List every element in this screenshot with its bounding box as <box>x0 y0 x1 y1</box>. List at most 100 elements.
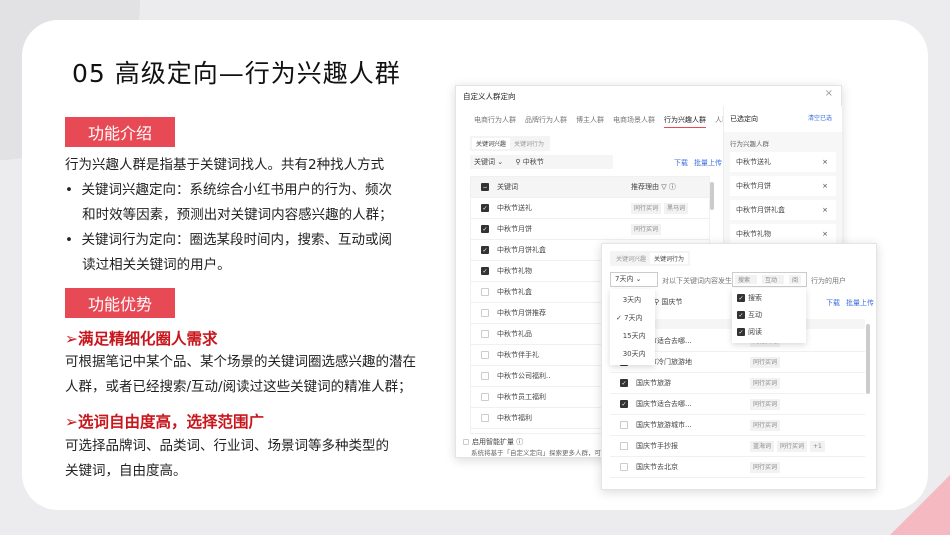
keyword: 国庆节手抄报 <box>636 442 678 450</box>
slide-title: 05 高级定向—行为兴趣人群 <box>72 59 401 88</box>
row-checkbox[interactable]: ✓ <box>620 379 628 387</box>
row-checkbox[interactable] <box>481 288 489 296</box>
keyword: 中秋节礼物 <box>497 267 532 275</box>
header-reason[interactable]: 推荐理由 ▽ ⓘ <box>631 177 676 198</box>
advantage-2-text: 可选择品牌词、品类词、行业词、场景词等多种类型的 关键词，自由度高。 <box>65 434 389 484</box>
reason-chip: 同行买词 <box>750 357 781 368</box>
tab-0[interactable]: 电商行为人群 <box>474 115 516 128</box>
keyword: 中秋节员工福利 <box>497 393 546 401</box>
clear-selected-link[interactable]: 清空已选 <box>808 106 832 132</box>
action-tag[interactable]: 互动 × <box>761 275 784 295</box>
table-row[interactable]: ✓ 国庆节旅游 同行买词 <box>610 373 865 394</box>
keyword: 中秋节礼盒 <box>497 288 532 296</box>
tab-keyword-behavior[interactable]: 关键词行为 <box>650 253 689 264</box>
row-checkbox[interactable] <box>620 463 628 471</box>
table-row[interactable]: 国庆节旅游城市... 同行买词 <box>610 415 865 436</box>
row-checkbox[interactable]: ✓ <box>620 400 628 408</box>
tab-3[interactable]: 电商场景人群 <box>613 115 655 128</box>
smart-expand: 启用智能扩量 ⓘ 系统将基于「自定义定向」探索更多人群，可提 <box>463 437 608 457</box>
smart-expand-checkbox[interactable] <box>463 439 469 445</box>
advantage-1-text: 可根据笔记中某个品、某个场景的关键词圈选感兴趣的潜在 人群，或者已经搜索/互动/阅… <box>65 350 416 400</box>
reason-chip: 同行买词 <box>777 441 808 452</box>
dialog-title: 自定义人群定向 <box>463 92 516 101</box>
row-checkbox[interactable] <box>481 393 489 401</box>
reason-chip: 同行买词 <box>750 462 781 473</box>
download-link[interactable]: 下载 <box>826 298 840 308</box>
close-icon[interactable]: × <box>825 88 833 99</box>
reason-chip: 同行买词 <box>631 224 662 235</box>
action-option[interactable]: ✓ 搜索 <box>732 290 806 307</box>
keyword: 中秋节礼品 <box>497 330 532 338</box>
keyword: 国庆节旅游 <box>636 379 671 387</box>
selected-item: 中秋节月饼礼盒 × <box>730 200 836 220</box>
batch-upload-link[interactable]: 批量上传 <box>694 158 722 168</box>
table-row[interactable]: 国庆节手抄报 蓝海词 同行买词 +1 <box>610 436 865 457</box>
row-checkbox[interactable]: ✓ <box>481 204 489 212</box>
reason-chip: 同行买词 <box>631 203 662 214</box>
remove-icon[interactable]: × <box>822 176 828 196</box>
reason-chip: 黑马词 <box>664 203 689 214</box>
remove-icon[interactable]: × <box>822 200 828 220</box>
row-checkbox[interactable] <box>481 351 489 359</box>
suffix-label: 行为的用户 <box>811 277 846 285</box>
keyword: 中秋节福利 <box>497 414 532 422</box>
remove-icon[interactable]: × <box>822 152 828 172</box>
action-tag[interactable]: 搜索 × <box>735 275 757 295</box>
row-checkbox[interactable]: ✓ <box>481 267 489 275</box>
keyword-search[interactable]: 关键词 ⌄ ⚲ 中秋节 <box>470 155 613 169</box>
keyword: 国庆节旅游城市... <box>636 421 692 429</box>
text-line: • 关键词兴趣定向：系统综合小红书用户的行为、频次 <box>65 182 393 198</box>
action-option[interactable]: ✓ 阅读 <box>732 324 806 341</box>
tab-keyword-behavior[interactable]: 关键词行为 <box>510 138 548 149</box>
filter-select[interactable]: 关键词 ⌄ <box>474 158 503 166</box>
period-option[interactable]: 3天内 <box>610 291 655 309</box>
tab-4[interactable]: 行为兴趣人群 <box>664 115 706 128</box>
keyword: 中秋节送礼 <box>497 204 532 212</box>
advantage-1-title: ➢满足精细化圈人需求 <box>65 330 218 348</box>
text-line: 行为兴趣人群是指基于关键词找人。共有2种找人方式 <box>65 157 385 173</box>
row-checkbox[interactable]: ✓ <box>481 225 489 233</box>
table-row[interactable]: 国庆节去北京 同行买词 <box>610 457 865 478</box>
tab-keyword-interest[interactable]: 关键词兴趣 <box>472 138 511 149</box>
selected-item: 中秋节礼物 × <box>730 224 836 244</box>
batch-upload-link[interactable]: 批量上传 <box>846 298 874 308</box>
search-input[interactable]: 中秋节 <box>523 158 544 166</box>
download-link[interactable]: 下载 <box>674 158 688 168</box>
table-row[interactable]: ✓ 中秋节送礼 同行买词 黑马词 <box>471 198 709 219</box>
row-checkbox[interactable]: ✓ <box>481 246 489 254</box>
action-select[interactable]: 搜索 ×互动 × 阅 <box>732 272 807 295</box>
period-option[interactable]: 15天内 <box>610 327 655 345</box>
period-select[interactable]: 7天内 ⌄ <box>610 272 658 287</box>
period-option[interactable]: ✓ 7天内 <box>610 309 655 327</box>
text-line: 关键词，自由度高。 <box>65 463 187 479</box>
reason-chip: 同行买词 <box>750 378 781 389</box>
row-checkbox[interactable] <box>481 372 489 380</box>
text-line: 可根据笔记中某个品、某个场景的关键词圈选感兴趣的潜在 <box>65 354 416 370</box>
table-row[interactable]: ✓ 中秋节月饼 同行买词 <box>471 219 709 240</box>
row-checkbox[interactable] <box>481 309 489 317</box>
action-option[interactable]: ✓ 互动 <box>732 307 806 324</box>
scrollbar[interactable] <box>866 324 870 394</box>
intro-tag: 功能介绍 <box>65 117 175 147</box>
period-option[interactable]: 30天内 <box>610 345 655 363</box>
reason-chip: 蓝海词 <box>750 441 775 452</box>
keyword: 中秋节伴手礼 <box>497 351 539 359</box>
row-checkbox[interactable] <box>481 414 489 422</box>
keyword: 中秋节月饼 <box>497 225 532 233</box>
table-row[interactable]: ✓ 国庆节适合去哪... 同行买词 <box>610 394 865 415</box>
tab-1[interactable]: 品牌行为人群 <box>525 115 567 128</box>
search-input[interactable]: ⚲ 国庆节 <box>654 297 682 307</box>
select-all-checkbox[interactable]: − <box>481 183 489 191</box>
scrollbar[interactable] <box>710 182 714 210</box>
row-checkbox[interactable] <box>481 330 489 338</box>
tab-keyword-interest[interactable]: 关键词兴趣 <box>612 253 650 264</box>
row-checkbox[interactable] <box>620 421 628 429</box>
selected-group-label: 行为兴趣人群 <box>730 140 769 148</box>
smart-expand-label: 启用智能扩量 ⓘ <box>472 438 524 446</box>
keyword: 国庆节适合去哪... <box>636 400 692 408</box>
row-checkbox[interactable] <box>620 442 628 450</box>
action-tag[interactable]: 阅 <box>788 275 801 284</box>
keyword: 中秋节月饼礼盒 <box>497 246 546 254</box>
remove-icon[interactable]: × <box>822 224 828 244</box>
tab-2[interactable]: 博主人群 <box>576 115 604 128</box>
